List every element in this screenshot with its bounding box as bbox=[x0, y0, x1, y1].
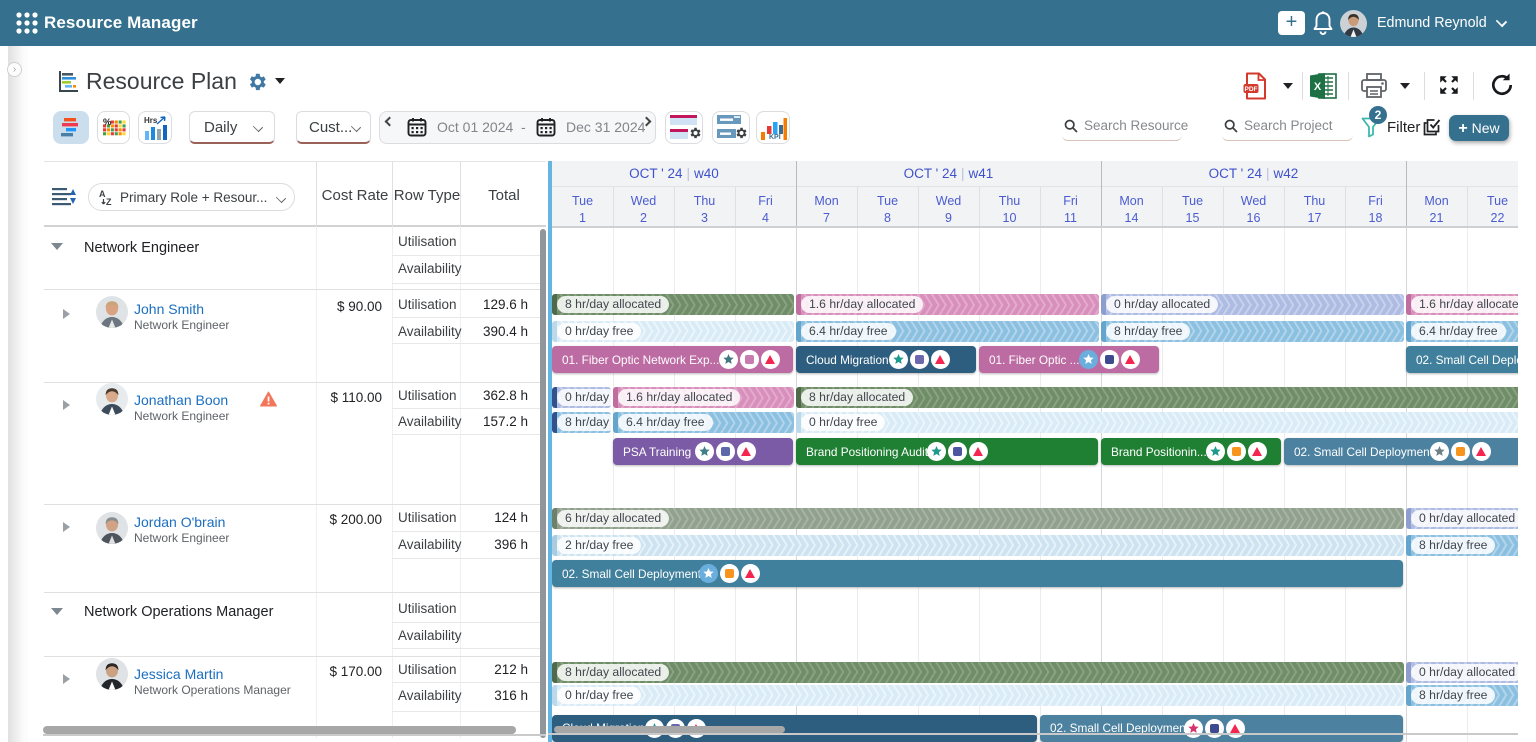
svg-text:A: A bbox=[99, 189, 106, 199]
svg-text:Z: Z bbox=[106, 197, 112, 206]
svg-text:%: % bbox=[103, 117, 112, 128]
svg-text:Hrs: Hrs bbox=[144, 116, 158, 125]
svg-text:KPI: KPI bbox=[769, 134, 781, 141]
svg-text:PDF: PDF bbox=[1245, 86, 1258, 93]
svg-text:X: X bbox=[1314, 81, 1322, 93]
